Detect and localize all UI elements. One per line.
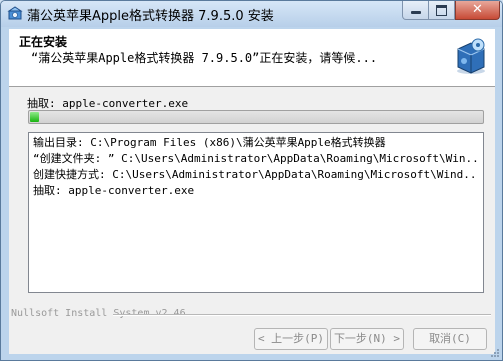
back-button[interactable]: < 上一步(P)	[254, 328, 328, 350]
cancel-button[interactable]: 取消(C)	[413, 328, 487, 350]
close-icon: ✕	[472, 2, 483, 17]
log-line: 输出目录: C:\Program Files (x86)\蒲公英苹果Apple格…	[33, 136, 386, 149]
page-title: 正在安装	[19, 35, 68, 49]
minimize-button[interactable]	[402, 1, 429, 20]
minimize-icon	[411, 11, 421, 14]
current-action-label: 抽取: apple-converter.exe	[27, 97, 189, 110]
page-subtitle: “蒲公英苹果Apple格式转换器 7.9.5.0”正在安装，请等候...	[31, 51, 378, 65]
installer-window: 蒲公英苹果Apple格式转换器 7.9.5.0 安装 ✕ 正在安装 “蒲公英苹果…	[0, 0, 503, 361]
installer-box-icon	[457, 38, 485, 74]
resize-grip-icon[interactable]	[490, 348, 500, 358]
log-line: “创建文件夹: ” C:\Users\Administrator\AppData…	[33, 152, 479, 165]
install-log[interactable]: 输出目录: C:\Program Files (x86)\蒲公英苹果Apple格…	[28, 132, 484, 293]
log-line: 抽取: apple-converter.exe	[33, 184, 195, 197]
installer-body: 正在安装 “蒲公英苹果Apple格式转换器 7.9.5.0”正在安装，请等候..…	[9, 29, 495, 354]
footer-divider	[113, 314, 491, 316]
installer-icon	[7, 6, 23, 20]
next-button[interactable]: 下一步(N) >	[330, 328, 404, 350]
title-bar[interactable]: 蒲公英苹果Apple格式转换器 7.9.5.0 安装 ✕	[1, 1, 502, 27]
log-line: 创建快捷方式: C:\Users\Administrator\AppData\R…	[33, 168, 479, 181]
close-button[interactable]: ✕	[455, 1, 500, 20]
page-header: 正在安装 “蒲公英苹果Apple格式转换器 7.9.5.0”正在安装，请等候..…	[9, 29, 495, 87]
maximize-button[interactable]	[429, 1, 455, 20]
progress-fill	[30, 112, 39, 122]
install-progress-bar	[28, 110, 484, 124]
maximize-icon	[436, 5, 447, 16]
window-title: 蒲公英苹果Apple格式转换器 7.9.5.0 安装	[27, 9, 274, 24]
